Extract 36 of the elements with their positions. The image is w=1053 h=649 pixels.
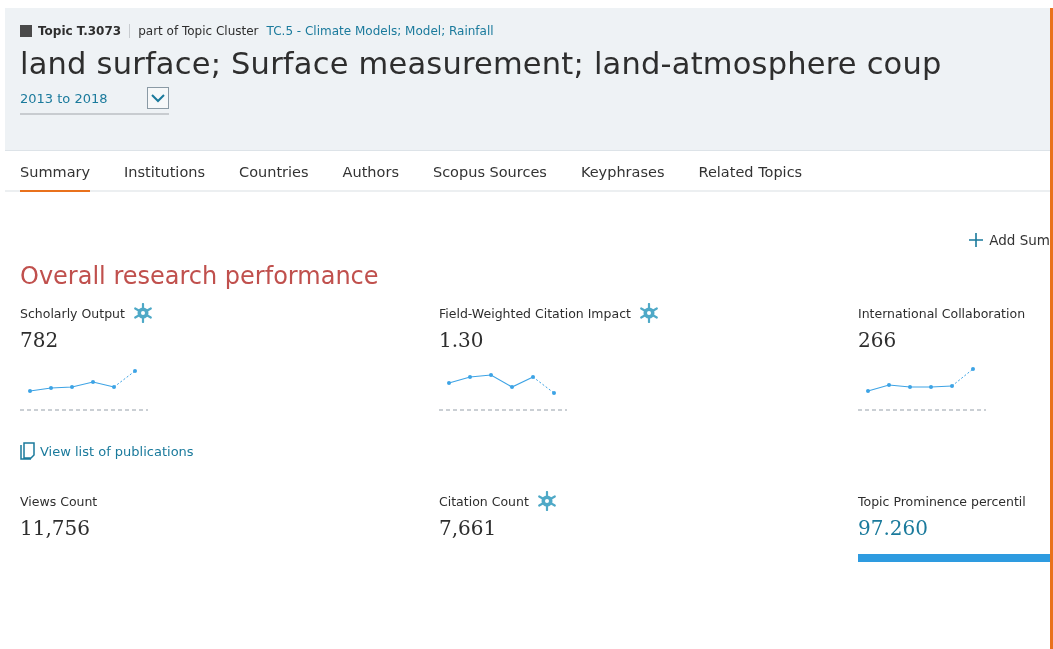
nav-tab[interactable]: Summary xyxy=(20,163,91,192)
nav-tab[interactable]: Countries xyxy=(239,163,309,192)
snowflake-icon xyxy=(132,303,153,323)
nav-tab[interactable]: Scopus Sources xyxy=(432,163,547,192)
metric-value: 7,661 xyxy=(439,516,498,540)
plus-icon xyxy=(969,233,984,247)
metric-value: 97.260 xyxy=(858,516,929,540)
snowflake-icon xyxy=(536,491,557,511)
nav-tab[interactable]: Related Topics xyxy=(698,163,803,192)
topic-id: Topic T.3073 xyxy=(38,24,122,38)
section-title: Overall research performance xyxy=(20,262,380,290)
metric-label: Citation Count xyxy=(439,493,529,509)
metric-value: 11,756 xyxy=(20,516,91,540)
nav-tab[interactable]: Authors xyxy=(342,163,399,192)
nav-tab[interactable]: Keyphrases xyxy=(580,163,665,192)
dropdown-button[interactable] xyxy=(147,87,170,109)
metric-label: Scholarly Output xyxy=(20,305,125,321)
snowflake-icon xyxy=(638,303,659,323)
document-icon xyxy=(20,442,36,460)
metric-value: 1.30 xyxy=(439,328,485,352)
topic-icon xyxy=(20,25,32,37)
metric-label: Field-Weighted Citation Impact xyxy=(439,305,631,321)
add-summary-button[interactable]: Add Sum xyxy=(969,232,1050,248)
metric-label: Views Count xyxy=(20,493,98,509)
topic-title: land surface; Surface measurement; land-atmosphere coup xyxy=(20,46,943,81)
metric-value: 266 xyxy=(858,328,898,352)
cluster-prefix: part of Topic Cluster xyxy=(138,24,259,38)
period-select[interactable]: 2013 to 2018 xyxy=(20,90,108,106)
publications-link[interactable]: View list of publications xyxy=(20,442,194,460)
link-text[interactable]: View list of publications xyxy=(40,443,194,459)
chevron-down-icon xyxy=(151,93,166,103)
metric-value: 782 xyxy=(20,328,60,352)
nav-tab[interactable]: Institutions xyxy=(124,163,206,192)
cluster-link[interactable]: TC.5 - Climate Models; Model; Rainfall xyxy=(266,24,494,38)
metric-label: International Collaboration xyxy=(858,305,1026,321)
metric-label: Topic Prominence percentil xyxy=(858,493,1026,509)
